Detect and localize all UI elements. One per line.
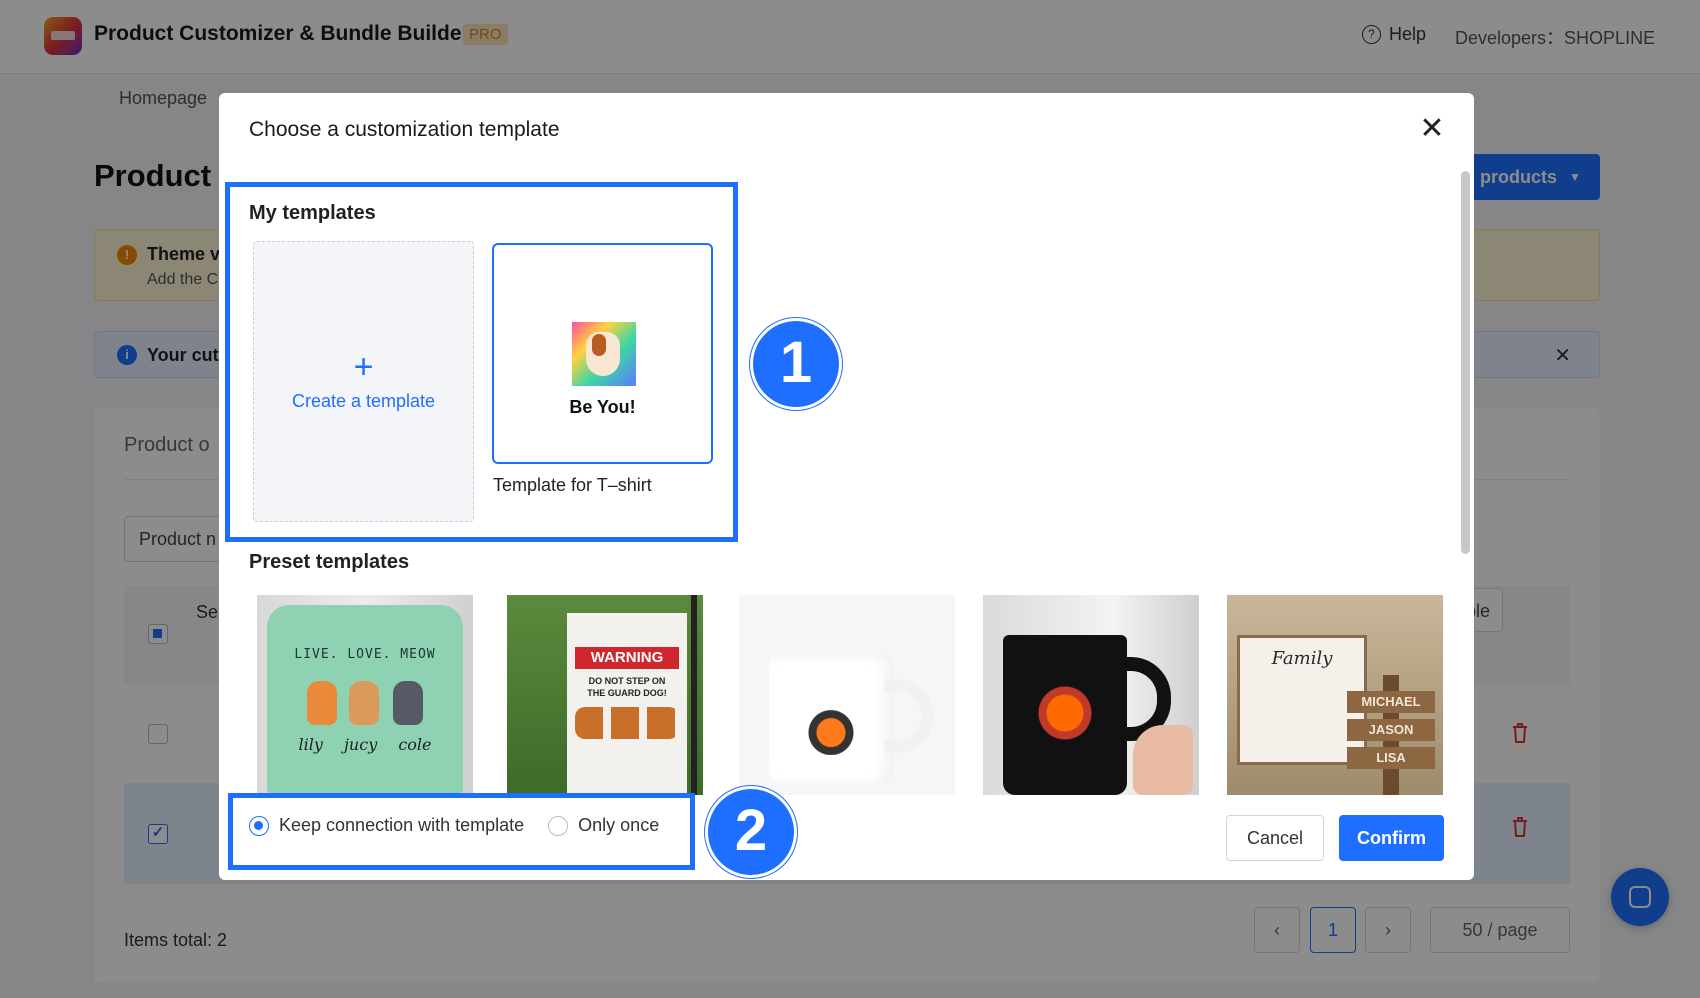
highlight-box-connection-options — [228, 793, 695, 870]
cancel-button[interactable]: Cancel — [1226, 815, 1324, 861]
sign-plank: LISA — [1347, 747, 1435, 769]
preset-template-white-mug[interactable] — [739, 595, 955, 795]
flag-headline: WARNING — [575, 647, 679, 669]
callout-badge-1: 1 — [750, 318, 842, 410]
pillow-headline: LIVE. LOVE. MEOW — [294, 647, 436, 662]
preset-template-black-mug[interactable] — [983, 595, 1199, 795]
dogs-illustration — [575, 707, 679, 739]
sign-plank: JASON — [1347, 719, 1435, 741]
highlight-box-my-templates — [225, 182, 738, 542]
hand-image — [1133, 725, 1193, 795]
cat-illustration — [393, 681, 423, 725]
sign-headline: Family — [1271, 648, 1333, 669]
preset-template-pillow[interactable]: LIVE. LOVE. MEOW lily jucy cole — [257, 595, 473, 795]
scrollbar[interactable] — [1461, 171, 1470, 554]
halloween-art — [801, 699, 861, 755]
flag-subtext: DO NOT STEP ON THE GUARD DOG! — [587, 676, 667, 698]
preset-templates-label: Preset templates — [249, 551, 410, 573]
callout-badge-2: 2 — [705, 786, 797, 878]
modal-title: Choose a customization template — [249, 118, 560, 141]
preset-template-wood-sign[interactable]: Family MICHAEL JASON LISA — [1227, 595, 1443, 795]
cat-illustration — [307, 681, 337, 725]
flag-pole — [691, 595, 697, 795]
pillow-names: lily jucy cole — [298, 735, 432, 754]
cat-illustration — [349, 681, 379, 725]
pumpkin-art — [1029, 677, 1101, 749]
sign-plank: MICHAEL — [1347, 691, 1435, 713]
flag-sheet — [567, 613, 687, 795]
mug-handle — [885, 679, 933, 753]
close-icon[interactable]: ✕ — [1415, 113, 1449, 147]
confirm-button[interactable]: Confirm — [1339, 815, 1444, 861]
preset-template-garden-flag[interactable]: WARNING DO NOT STEP ON THE GUARD DOG! — [507, 595, 703, 795]
